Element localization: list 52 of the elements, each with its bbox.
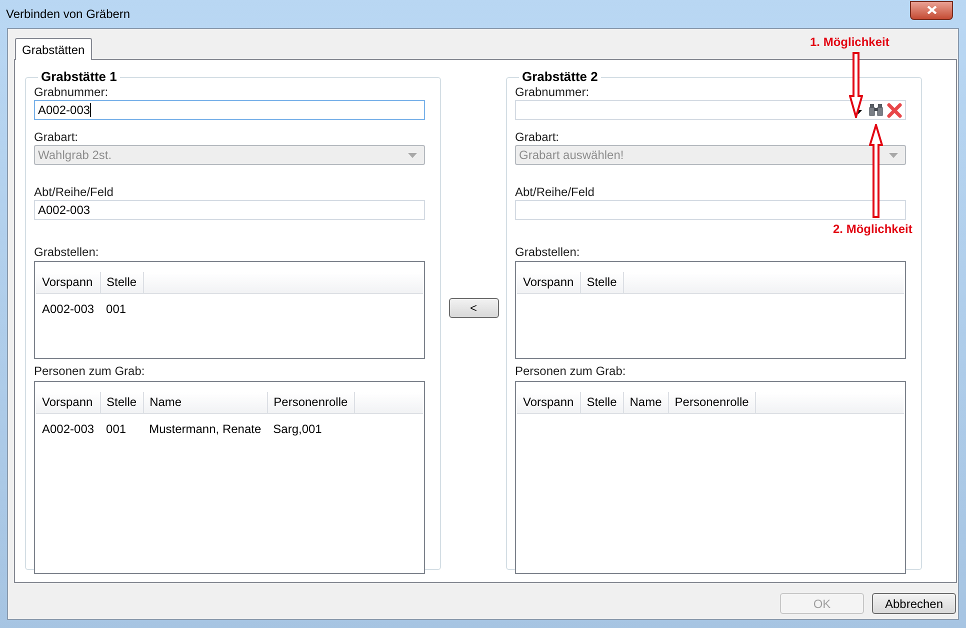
- list-view[interactable]: Vorspann Stelle Name Personenrolle A002-003 001 Mustermann, Renate Sarg,001: [34, 381, 425, 574]
- dropdown-caret-icon: [408, 152, 417, 158]
- text-field[interactable]: A002-003: [34, 100, 425, 120]
- text-cursor: [90, 103, 92, 117]
- column-header[interactable]: Vorspann: [517, 392, 580, 413]
- column-header[interactable]: Vorspann: [36, 392, 100, 413]
- table-cell: 001: [106, 422, 126, 436]
- column-header[interactable]: Stelle: [100, 392, 144, 413]
- column-header[interactable]: Personenrolle: [668, 392, 756, 413]
- column-header[interactable]: Name: [623, 392, 668, 413]
- column-header[interactable]: Stelle: [580, 392, 624, 413]
- transfer-button[interactable]: <: [448, 298, 498, 318]
- table-cell: A002-003: [42, 422, 94, 436]
- window-title: Verbinden von Gräbern: [6, 6, 130, 23]
- group-title: Grabstätte 1: [40, 70, 118, 84]
- field-label: Personen zum Grab:: [34, 364, 146, 378]
- binoculars-icon[interactable]: [868, 103, 884, 117]
- column-header[interactable]: Vorspann: [517, 272, 580, 293]
- column-header[interactable]: Name: [143, 392, 268, 413]
- annotation-text: 2. Möglichkeit: [833, 222, 912, 236]
- annotation-text: 1. Möglichkeit: [810, 35, 890, 49]
- table-cell: Sarg,001: [273, 422, 322, 436]
- table-cell: 001: [106, 302, 126, 316]
- clear-icon[interactable]: [887, 102, 902, 118]
- arrow-icon: [869, 124, 883, 218]
- list-view[interactable]: Vorspann Stelle: [515, 261, 906, 359]
- group-title: Grabstätte 2: [521, 70, 599, 84]
- close-button[interactable]: [910, 0, 953, 20]
- table-cell: A002-003: [42, 302, 94, 316]
- close-icon: [926, 6, 936, 14]
- field-label: Grabart:: [34, 130, 80, 144]
- field-label: Grabart:: [515, 130, 560, 144]
- field-label: Personen zum Grab:: [515, 364, 627, 378]
- column-header[interactable]: Stelle: [580, 272, 624, 293]
- list-view[interactable]: Vorspann Stelle A002-003 001: [34, 261, 425, 359]
- list-view[interactable]: Vorspann Stelle Name Personenrolle: [515, 381, 906, 574]
- column-header[interactable]: Stelle: [100, 272, 144, 293]
- text-field[interactable]: A002-003: [34, 200, 425, 220]
- field-label: Abt/Reihe/Feld: [34, 185, 114, 199]
- field-label: Grabnummer:: [515, 85, 590, 99]
- field-label: Grabstellen:: [515, 245, 581, 259]
- dropdown-caret-icon: [889, 152, 898, 158]
- column-header[interactable]: Vorspann: [36, 272, 100, 293]
- table-cell: Mustermann, Renate: [149, 422, 262, 436]
- column-header[interactable]: Personenrolle: [267, 392, 354, 413]
- text-field[interactable]: [515, 200, 906, 220]
- tab[interactable]: Grabstätten: [15, 38, 92, 60]
- dialog-button[interactable]: Abbrechen: [872, 593, 956, 614]
- field-label: Grabnummer:: [34, 85, 110, 99]
- field-label: Abt/Reihe/Feld: [515, 185, 596, 199]
- text-field[interactable]: [515, 100, 906, 120]
- field-label: Grabstellen:: [34, 245, 100, 259]
